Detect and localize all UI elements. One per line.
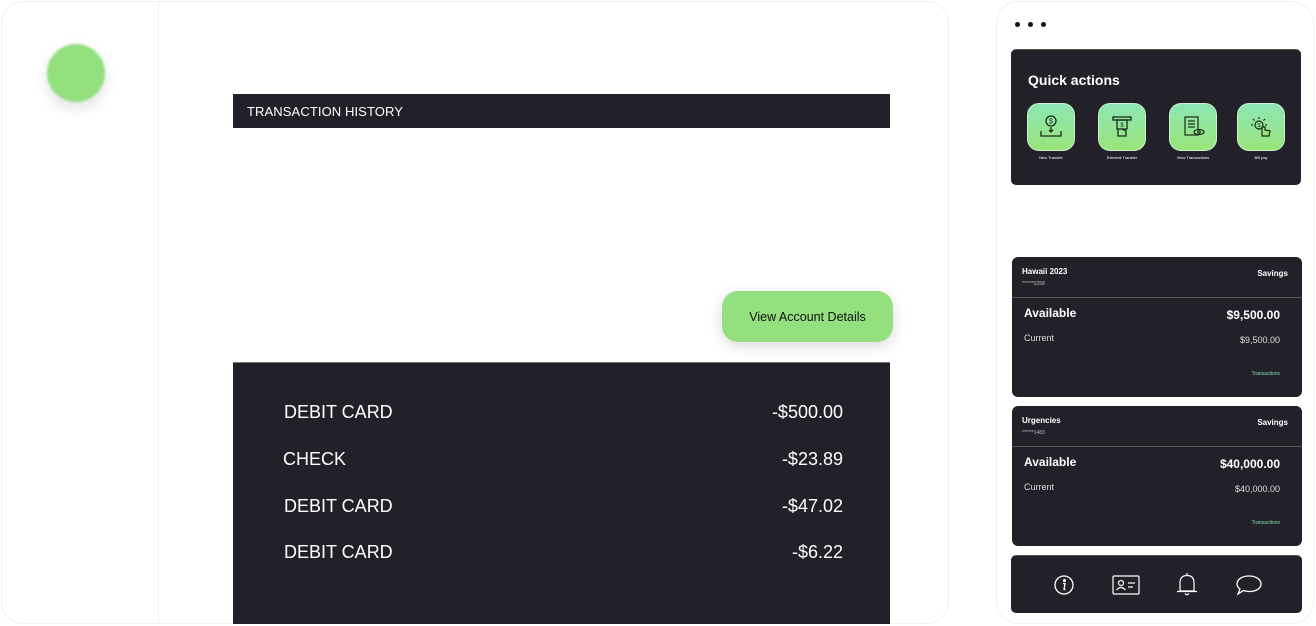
- transaction-row[interactable]: CHECK -$23.89: [233, 444, 890, 474]
- dot: [1015, 22, 1020, 27]
- tap-dollar-icon: $: [1251, 117, 1271, 137]
- transaction-description: DEBIT CARD: [284, 542, 393, 562]
- atm-withdraw-icon: $: [1112, 116, 1132, 137]
- account-type: Savings: [1257, 269, 1288, 278]
- available-label: Available: [1024, 306, 1077, 320]
- dot: [1041, 22, 1046, 27]
- info-button[interactable]: [1050, 571, 1078, 599]
- quick-action-bill-pay[interactable]: $ Bill pay: [1237, 103, 1285, 160]
- avatar[interactable]: [47, 44, 105, 102]
- side-panel: Quick actions $ New Transfer $ External …: [996, 1, 1314, 624]
- account-card[interactable]: Urgencies ******1483 Savings Available $…: [1012, 406, 1302, 546]
- transaction-row[interactable]: DEBIT CARD -$500.00: [233, 397, 890, 427]
- quick-action-label: Bill pay: [1254, 155, 1268, 160]
- account-card[interactable]: Hawaii 2023 ******0258 Savings Available…: [1012, 257, 1302, 397]
- view-account-details-button[interactable]: View Account Details: [722, 291, 893, 342]
- id-card-icon: [1112, 574, 1140, 595]
- account-name: Hawaii 2023: [1022, 267, 1068, 276]
- deposit-dollar-icon: $: [1040, 115, 1062, 137]
- divider: [1012, 446, 1302, 447]
- left-rail: [2, 2, 159, 623]
- transaction-description: DEBIT CARD: [284, 402, 393, 422]
- quick-action-icon-box: $: [1098, 103, 1146, 151]
- transactions-link[interactable]: Transactions: [1252, 371, 1280, 377]
- chat-icon: [1236, 574, 1262, 596]
- svg-text:$: $: [1257, 123, 1260, 129]
- quick-action-external-transfer[interactable]: $ External Transfer: [1098, 103, 1146, 160]
- divider: [1012, 297, 1302, 298]
- quick-action-view-transactions[interactable]: View Transactions: [1169, 103, 1217, 160]
- transaction-history-header: TRANSACTION HISTORY: [233, 94, 890, 128]
- transactions-link[interactable]: Transactions: [1252, 520, 1280, 526]
- notifications-button[interactable]: [1173, 571, 1201, 599]
- transaction-amount: -$6.22: [791, 542, 843, 562]
- bottom-nav: [1011, 555, 1302, 613]
- transaction-amount: -$47.02: [781, 496, 843, 516]
- account-number-mask: ******1483: [1022, 430, 1045, 436]
- account-number-mask: ******0258: [1022, 281, 1045, 287]
- profile-card-button[interactable]: [1112, 571, 1140, 599]
- transaction-amount: -$23.89: [781, 449, 843, 469]
- quick-action-icon-box: [1169, 103, 1217, 151]
- bell-icon: [1177, 572, 1198, 595]
- transaction-row[interactable]: DEBIT CARD -$47.02: [233, 491, 890, 521]
- quick-action-icon-box: $: [1237, 103, 1285, 151]
- current-label: Current: [1024, 333, 1055, 343]
- quick-action-new-transfer[interactable]: $ New Transfer: [1027, 103, 1075, 160]
- transaction-list: DEBIT CARD -$500.00 CHECK -$23.89 DEBIT …: [233, 362, 890, 624]
- quick-actions-card: Quick actions $ New Transfer $ External …: [1011, 49, 1301, 185]
- transaction-history-title: TRANSACTION HISTORY: [247, 103, 403, 119]
- transaction-row[interactable]: DEBIT CARD -$6.22: [233, 537, 890, 567]
- account-name: Urgencies: [1022, 416, 1061, 425]
- current-label: Current: [1024, 482, 1055, 492]
- available-label: Available: [1024, 455, 1077, 469]
- info-icon: [1054, 574, 1074, 595]
- chat-button[interactable]: [1235, 571, 1263, 599]
- quick-actions-title: Quick actions: [1028, 72, 1120, 88]
- quick-action-label: New Transfer: [1039, 155, 1063, 160]
- available-balance: $9,500.00: [1226, 308, 1280, 322]
- transaction-amount: -$500.00: [771, 402, 843, 422]
- account-type: Savings: [1257, 418, 1288, 427]
- quick-action-label: External Transfer: [1106, 155, 1138, 160]
- dot: [1028, 22, 1033, 27]
- current-balance: $40,000.00: [1234, 484, 1280, 494]
- current-balance: $9,500.00: [1239, 335, 1280, 345]
- quick-action-label: View Transactions: [1176, 155, 1210, 160]
- quick-action-icon-box: $: [1027, 103, 1075, 151]
- svg-text:$: $: [1049, 119, 1053, 126]
- available-balance: $40,000.00: [1219, 457, 1280, 471]
- transaction-description: DEBIT CARD: [284, 496, 393, 516]
- document-eye-icon: [1184, 116, 1205, 136]
- transaction-description: CHECK: [283, 449, 347, 469]
- more-horizontal-icon[interactable]: [1015, 22, 1046, 27]
- svg-text:$: $: [1120, 123, 1124, 129]
